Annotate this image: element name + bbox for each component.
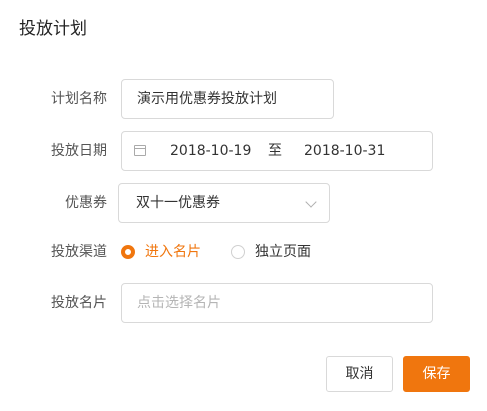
- channel-row: 投放渠道 进入名片 独立页面: [0, 232, 487, 272]
- plan-name-label: 计划名称: [51, 91, 107, 107]
- chevron-down-icon: [305, 196, 317, 208]
- channel-label: 投放渠道: [51, 244, 107, 260]
- calendar-icon: [134, 145, 146, 156]
- radio-standalone-page-label: 独立页面: [255, 244, 311, 260]
- date-range-row: 投放日期 2018-10-19 至 2018-10-31: [0, 131, 487, 171]
- date-start[interactable]: 2018-10-19: [170, 132, 251, 170]
- cancel-button[interactable]: 取消: [326, 356, 393, 392]
- coupon-row: 优惠券 双十一优惠券: [0, 183, 487, 223]
- plan-name-value: 演示用优惠券投放计划: [137, 91, 277, 107]
- date-separator: 至: [268, 143, 282, 159]
- radio-checked-icon: [121, 245, 135, 259]
- save-button[interactable]: 保存: [403, 356, 470, 392]
- radio-enter-card-label: 进入名片: [145, 244, 201, 260]
- channel-radio-group: 进入名片 独立页面: [121, 232, 361, 272]
- card-label: 投放名片: [51, 295, 107, 311]
- date-end[interactable]: 2018-10-31: [304, 132, 385, 170]
- date-range-picker[interactable]: 2018-10-19 至 2018-10-31: [121, 131, 433, 171]
- radio-unchecked-icon: [231, 245, 245, 259]
- coupon-label: 优惠券: [65, 195, 107, 211]
- dialog-title: 投放计划: [19, 19, 87, 39]
- plan-name-input[interactable]: 演示用优惠券投放计划: [121, 79, 334, 119]
- card-row: 投放名片 点击选择名片: [0, 283, 487, 323]
- radio-standalone-page[interactable]: 独立页面: [231, 232, 331, 272]
- radio-enter-card[interactable]: 进入名片: [121, 232, 211, 272]
- card-picker-placeholder: 点击选择名片: [137, 295, 221, 311]
- plan-name-row: 计划名称 演示用优惠券投放计划: [0, 79, 487, 119]
- date-range-label: 投放日期: [51, 143, 107, 159]
- coupon-selected-value: 双十一优惠券: [136, 195, 220, 211]
- card-picker-input[interactable]: 点击选择名片: [121, 283, 433, 323]
- coupon-select[interactable]: 双十一优惠券: [118, 183, 330, 223]
